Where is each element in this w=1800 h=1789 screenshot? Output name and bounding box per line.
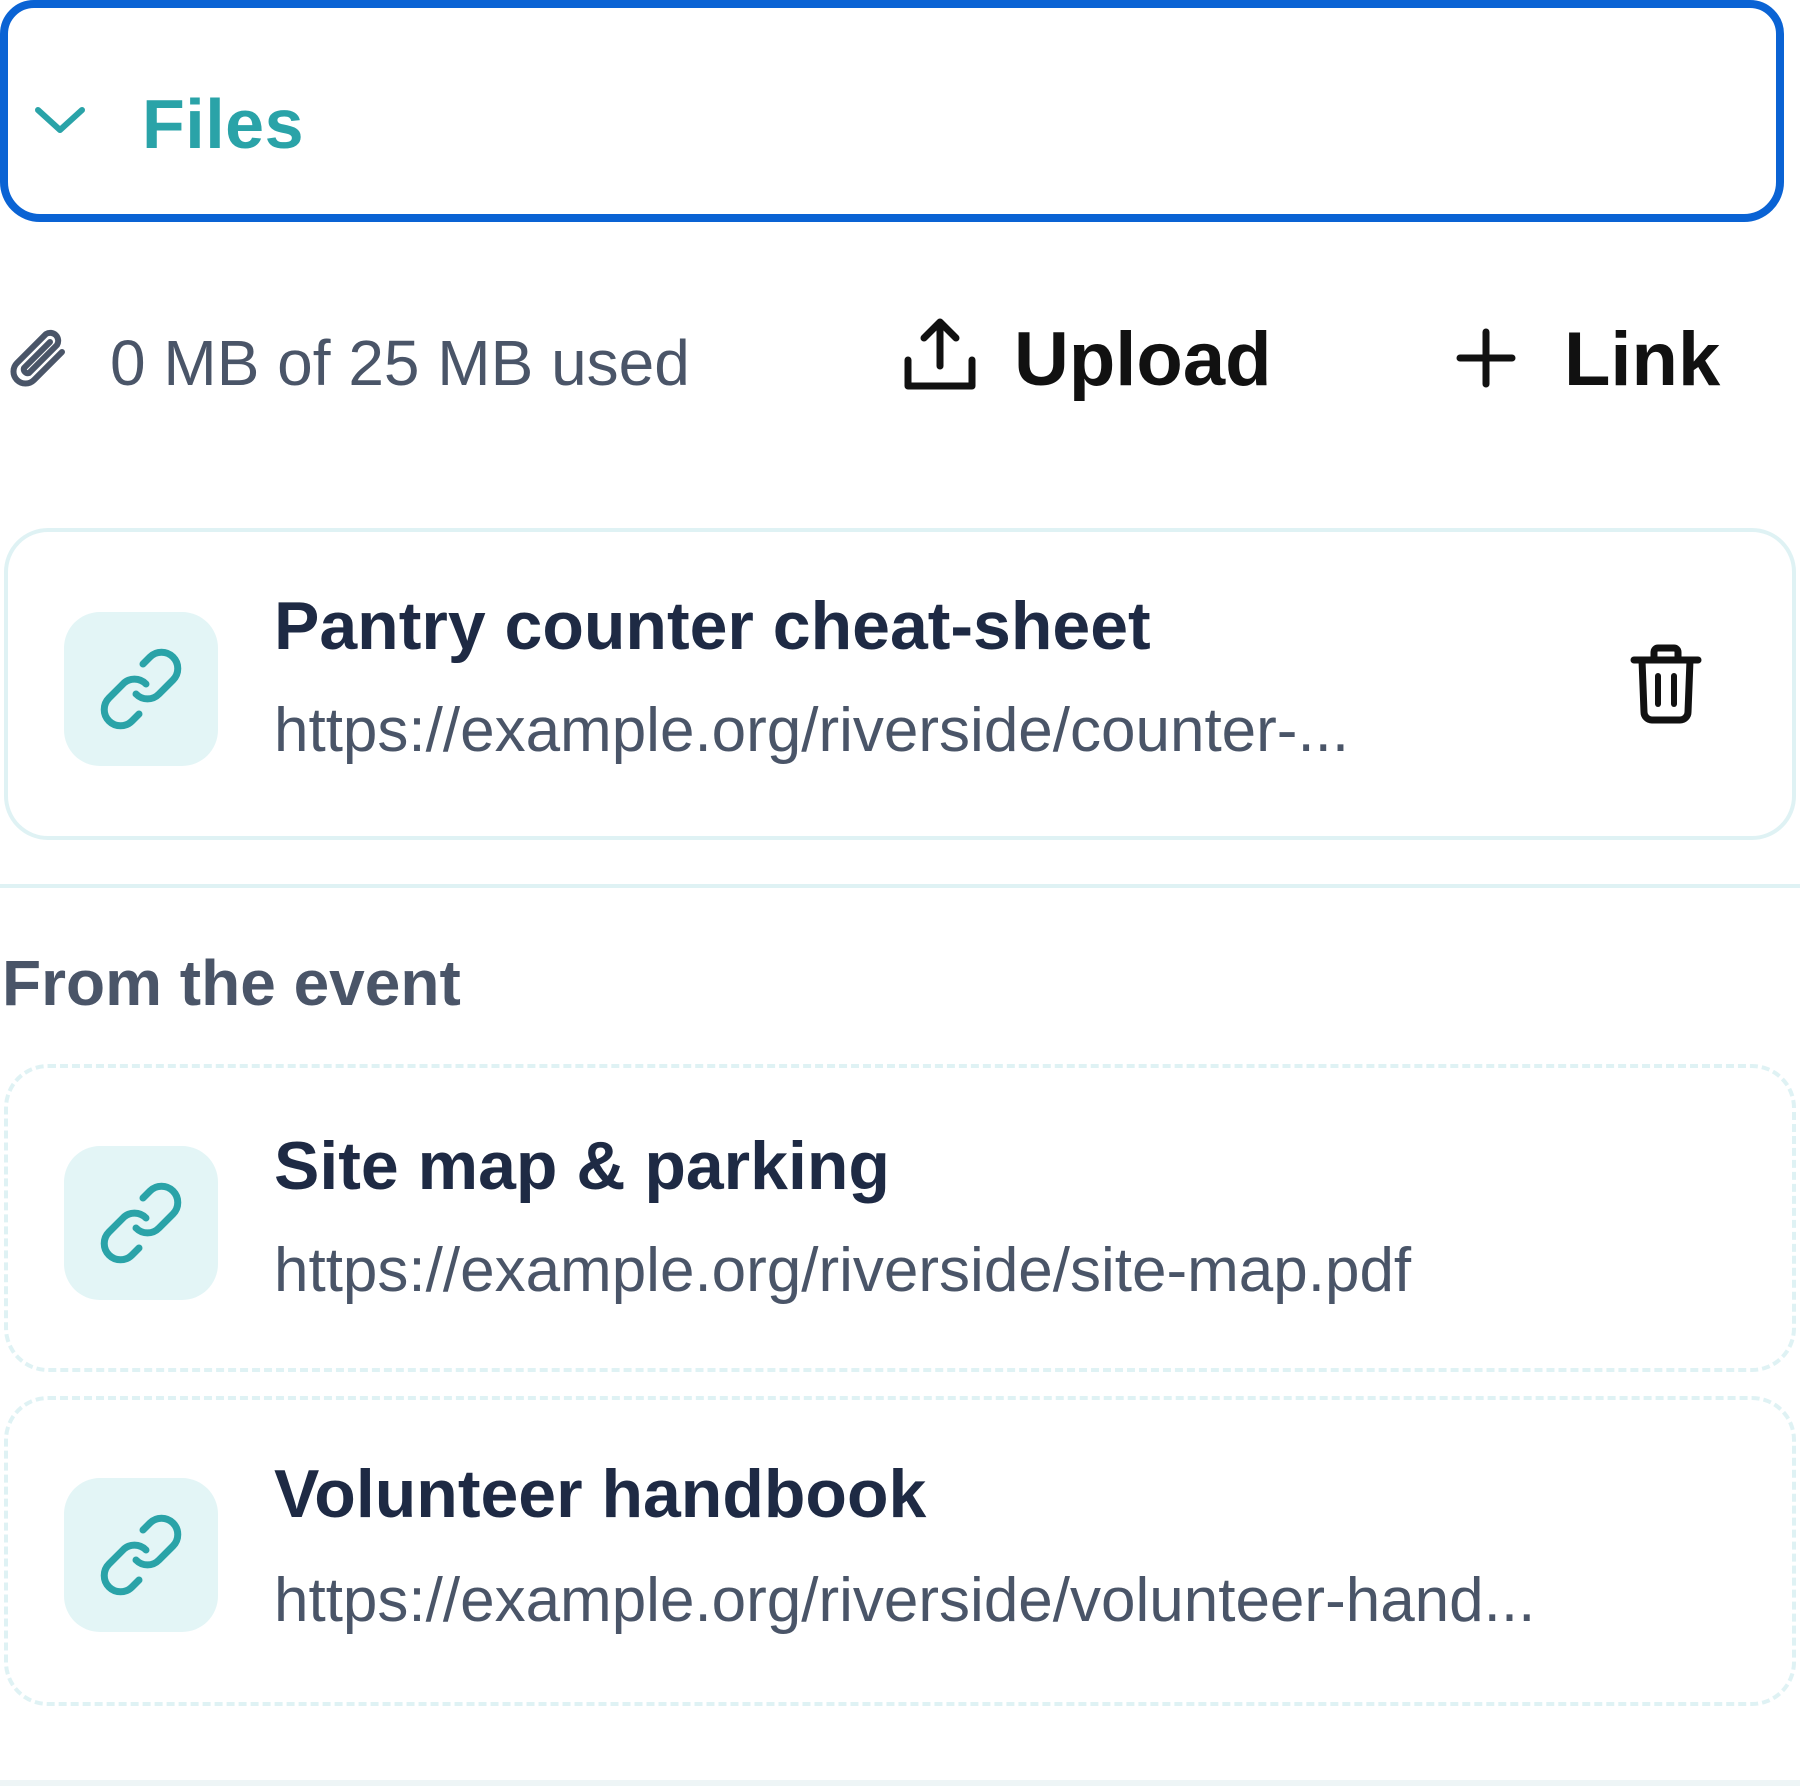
event-file-card[interactable]: Site map & parking https://example.org/r… <box>4 1064 1796 1372</box>
event-file-card[interactable]: Volunteer handbook https://example.org/r… <box>4 1396 1796 1706</box>
bottom-divider <box>0 1780 1800 1786</box>
event-file-icon-tile <box>64 1478 218 1632</box>
link-icon <box>100 1514 182 1596</box>
storage-usage-text: 0 MB of 25 MB used <box>110 327 690 399</box>
files-section-header[interactable]: Files <box>0 0 1784 222</box>
upload-button-label: Upload <box>1014 317 1272 402</box>
attachment-icon-tile <box>64 612 218 766</box>
event-file-url[interactable]: https://example.org/riverside/site-map.p… <box>274 1236 1411 1306</box>
link-icon <box>100 648 182 730</box>
trash-icon[interactable] <box>1624 642 1708 726</box>
section-divider <box>0 884 1800 888</box>
event-file-url[interactable]: https://example.org/riverside/volunteer-… <box>274 1566 1535 1636</box>
link-icon <box>100 1182 182 1264</box>
files-toolbar: 0 MB of 25 MB used Upload Link <box>0 300 1800 420</box>
event-file-title: Site map & parking <box>274 1128 890 1204</box>
attachment-url[interactable]: https://example.org/riverside/counter-..… <box>274 696 1349 766</box>
attachment-title: Pantry counter cheat-sheet <box>274 588 1151 664</box>
event-file-icon-tile <box>64 1146 218 1300</box>
plus-icon <box>1456 328 1516 388</box>
event-section-label: From the event <box>2 947 461 1019</box>
upload-icon <box>904 318 976 390</box>
event-file-title: Volunteer handbook <box>274 1456 927 1532</box>
files-section-title: Files <box>142 85 305 163</box>
attachment-card[interactable]: Pantry counter cheat-sheet https://examp… <box>4 528 1796 840</box>
chevron-down-icon <box>35 107 85 133</box>
add-link-button-label: Link <box>1564 317 1721 402</box>
paperclip-icon <box>10 329 65 387</box>
